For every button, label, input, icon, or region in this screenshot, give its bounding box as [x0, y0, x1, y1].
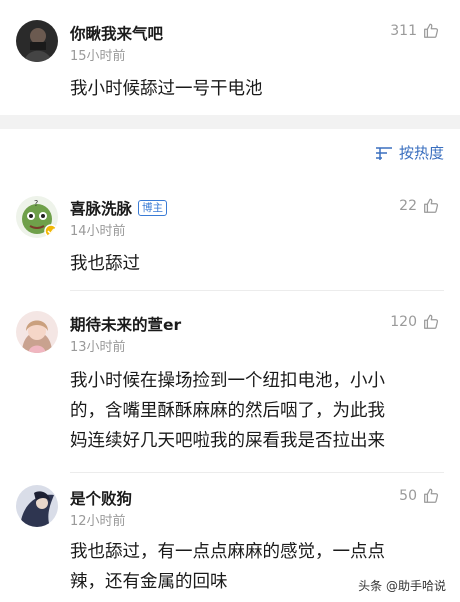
comment-text: 我小时候舔过一号干电池 — [70, 79, 263, 99]
like-count: 311 — [390, 23, 417, 39]
reply-text-line: 妈连续好几天吧啦我的屎看我是否拉出来 — [70, 431, 385, 451]
thumbs-up-icon — [424, 488, 439, 503]
author-name[interactable]: 是个败狗 — [70, 487, 132, 509]
thumbs-up-icon — [424, 314, 439, 329]
divider — [70, 290, 444, 291]
thumbs-up-icon — [424, 198, 439, 213]
avatar[interactable] — [16, 485, 58, 527]
like-button[interactable]: 50 — [399, 487, 440, 505]
like-count: 50 — [399, 488, 417, 504]
author-name[interactable]: 你瞅我来气吧 — [70, 22, 163, 44]
thumbs-up-icon — [424, 23, 439, 38]
comment-time: 15小时前 — [70, 49, 126, 64]
like-count: 120 — [390, 314, 417, 330]
watermark: 头条 @助手哈说 — [354, 576, 450, 595]
avatar-image: ? — [16, 196, 58, 238]
sort-by-hotness-button[interactable]: 按热度 — [375, 142, 444, 163]
avatar-image — [16, 20, 58, 62]
reply-text: 我小时候在操场捡到一个纽扣电池，小小 的，含嘴里酥酥麻麻的然后咽了，为此我 妈连… — [70, 366, 442, 456]
author-name[interactable]: 喜脉洗脉 博主 — [70, 197, 168, 219]
avatar-image — [16, 485, 58, 527]
avatar[interactable] — [16, 20, 58, 62]
like-button[interactable]: 22 — [399, 197, 440, 215]
reply-text-line: 我也舔过，有一点点麻麻的感觉，一点点 — [70, 542, 385, 562]
top-comment: 你瞅我来气吧 15小时前 311 我小时候舔过一号干电池 — [0, 0, 460, 115]
avatar[interactable]: ? — [16, 196, 58, 238]
avatar-image — [16, 311, 58, 353]
sort-icon — [375, 146, 392, 160]
reply-item: ? 喜脉洗脉 博主 14小时前 22 我也舔过 — [0, 185, 460, 290]
reply-text-line: 我小时候在操场捡到一个纽扣电池，小小 — [70, 371, 385, 391]
like-count: 22 — [399, 198, 417, 214]
comment-time: 14小时前 — [70, 224, 126, 239]
reply-text-line: 的，含嘴里酥酥麻麻的然后咽了，为此我 — [70, 401, 385, 421]
comment-time: 12小时前 — [70, 514, 126, 529]
reply-item: 期待未来的萱er 13小时前 120 我小时候在操场捡到一个纽扣电池，小小 的，… — [0, 301, 460, 472]
author-badge: 博主 — [138, 200, 168, 216]
like-button[interactable]: 311 — [390, 22, 440, 40]
section-separator — [0, 115, 460, 129]
avatar[interactable] — [16, 311, 58, 353]
author-name-text: 喜脉洗脉 — [70, 200, 133, 218]
sort-label: 按热度 — [398, 144, 444, 162]
like-button[interactable]: 120 — [390, 313, 440, 331]
svg-text:?: ? — [34, 199, 38, 208]
reply-text: 我也舔过 — [70, 254, 140, 274]
author-name[interactable]: 期待未来的萱er — [70, 313, 181, 335]
comment-time: 13小时前 — [70, 340, 126, 355]
